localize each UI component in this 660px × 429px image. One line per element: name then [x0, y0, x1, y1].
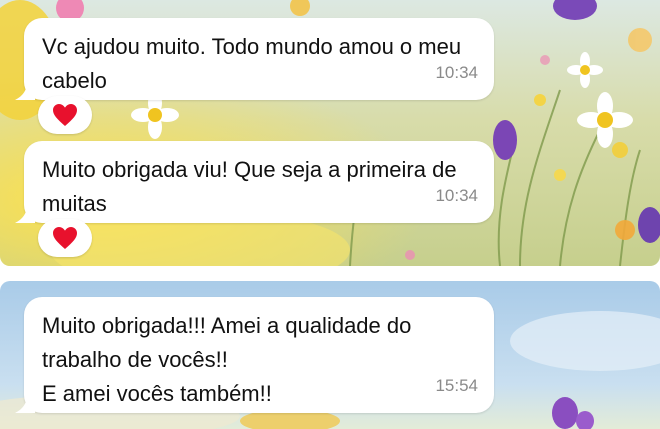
- message-bubble[interactable]: Muito obrigada!!! Amei a qualidade do tr…: [15, 297, 494, 413]
- message-text: Vc ajudou muito. Todo mundo amou o meu c…: [42, 34, 462, 93]
- reaction-badge[interactable]: [38, 219, 92, 257]
- bubble-tail: [15, 395, 35, 413]
- message-timestamp: 10:34: [435, 63, 478, 82]
- message-text: Muito obrigada!!! Amei a qualidade do tr…: [42, 313, 412, 406]
- bubble-tail: [15, 82, 35, 100]
- bubble-tail: [15, 205, 35, 223]
- message-timestamp: 10:34: [435, 186, 478, 205]
- message-timestamp: 15:54: [435, 376, 478, 395]
- message-text: Muito obrigada viu! Que seja a primeira …: [42, 157, 457, 216]
- message-bubble[interactable]: Vc ajudou muito. Todo mundo amou o meu c…: [15, 18, 494, 100]
- message-bubble[interactable]: Muito obrigada viu! Que seja a primeira …: [15, 141, 494, 223]
- chat-panel-bottom: Muito obrigada!!! Amei a qualidade do tr…: [0, 281, 660, 429]
- reaction-badge[interactable]: [38, 96, 92, 134]
- chat-panel-top: Vc ajudou muito. Todo mundo amou o meu c…: [0, 0, 660, 266]
- heart-icon: [53, 104, 77, 126]
- heart-icon: [53, 227, 77, 249]
